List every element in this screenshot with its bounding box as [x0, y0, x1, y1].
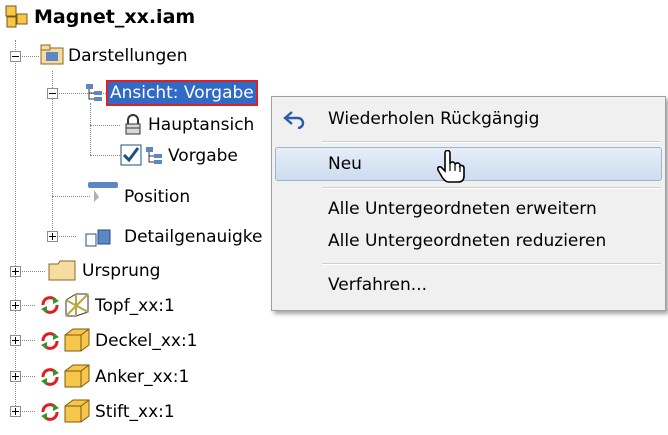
menu-item-new[interactable]: Neu: [275, 147, 662, 181]
position-icon: [86, 180, 120, 204]
menu-item-procedures[interactable]: Verfahren...: [272, 269, 665, 301]
tree-item-part[interactable]: Deckel_xx:1: [95, 330, 197, 352]
expand-toggle[interactable]: [10, 406, 21, 417]
menu-separator: [322, 263, 661, 265]
adaptive-icon: [38, 401, 62, 423]
undo-arrow-icon: [282, 109, 306, 130]
expand-toggle[interactable]: [10, 300, 21, 311]
menu-item-collapse-all[interactable]: Alle Untergeordneten reduzieren: [272, 225, 665, 257]
expand-toggle[interactable]: [47, 231, 58, 242]
menu-item-label: Neu: [328, 154, 362, 174]
expand-toggle[interactable]: [10, 266, 21, 277]
menu-item-label: Wiederholen Rückgängig: [328, 109, 540, 129]
tree-item-part[interactable]: Anker_xx:1: [95, 366, 189, 388]
assembly-root-label[interactable]: Magnet_xx.iam: [34, 6, 195, 28]
part-box-icon: [62, 326, 92, 354]
adaptive-icon: [38, 366, 62, 388]
adaptive-icon: [38, 330, 62, 352]
tree-item-view-default[interactable]: Ansicht: Vorgabe: [106, 80, 258, 106]
lock-icon: [123, 114, 143, 136]
menu-item-expand-all[interactable]: Alle Untergeordneten erweitern: [272, 193, 665, 225]
level-of-detail-icon: [84, 226, 112, 248]
tree-item-default-view[interactable]: Vorgabe: [168, 145, 238, 167]
tree-item-origin[interactable]: Ursprung: [82, 260, 160, 282]
part-frame-icon: [62, 290, 92, 318]
menu-item-repeat-undo[interactable]: Wiederholen Rückgängig: [272, 103, 665, 135]
menu-separator: [322, 187, 661, 189]
menu-separator: [322, 141, 661, 143]
tree-item-level-of-detail[interactable]: Detailgenauigke: [124, 226, 263, 248]
tree-item-part[interactable]: Stift_xx:1: [95, 401, 175, 423]
context-menu: Wiederholen Rückgängig Neu Alle Untergeo…: [271, 96, 666, 311]
tree-item-position[interactable]: Position: [124, 186, 190, 208]
tree-item-main-view[interactable]: Hauptansich: [148, 114, 254, 136]
menu-item-label: Alle Untergeordneten erweitern: [328, 199, 597, 219]
tree-item-part[interactable]: Topf_xx:1: [95, 295, 175, 317]
collapse-toggle[interactable]: [47, 88, 58, 99]
expand-toggle[interactable]: [10, 335, 21, 346]
view-hierarchy-icon: [84, 82, 106, 104]
expand-toggle[interactable]: [10, 371, 21, 382]
adaptive-icon: [38, 294, 62, 316]
hand-cursor-icon: [437, 149, 465, 184]
part-box-icon: [62, 362, 92, 390]
tree-item-representations[interactable]: Darstellungen: [68, 45, 188, 67]
assembly-icon: [4, 4, 30, 30]
menu-item-label: Alle Untergeordneten reduzieren: [328, 231, 607, 251]
part-box-icon: [62, 397, 92, 425]
representations-folder-icon: [40, 44, 64, 66]
view-hierarchy-icon: [144, 145, 166, 167]
menu-item-label: Verfahren...: [328, 275, 427, 295]
checkbox-checked-icon[interactable]: [120, 144, 142, 166]
collapse-toggle[interactable]: [10, 51, 21, 62]
folder-icon: [48, 258, 76, 282]
